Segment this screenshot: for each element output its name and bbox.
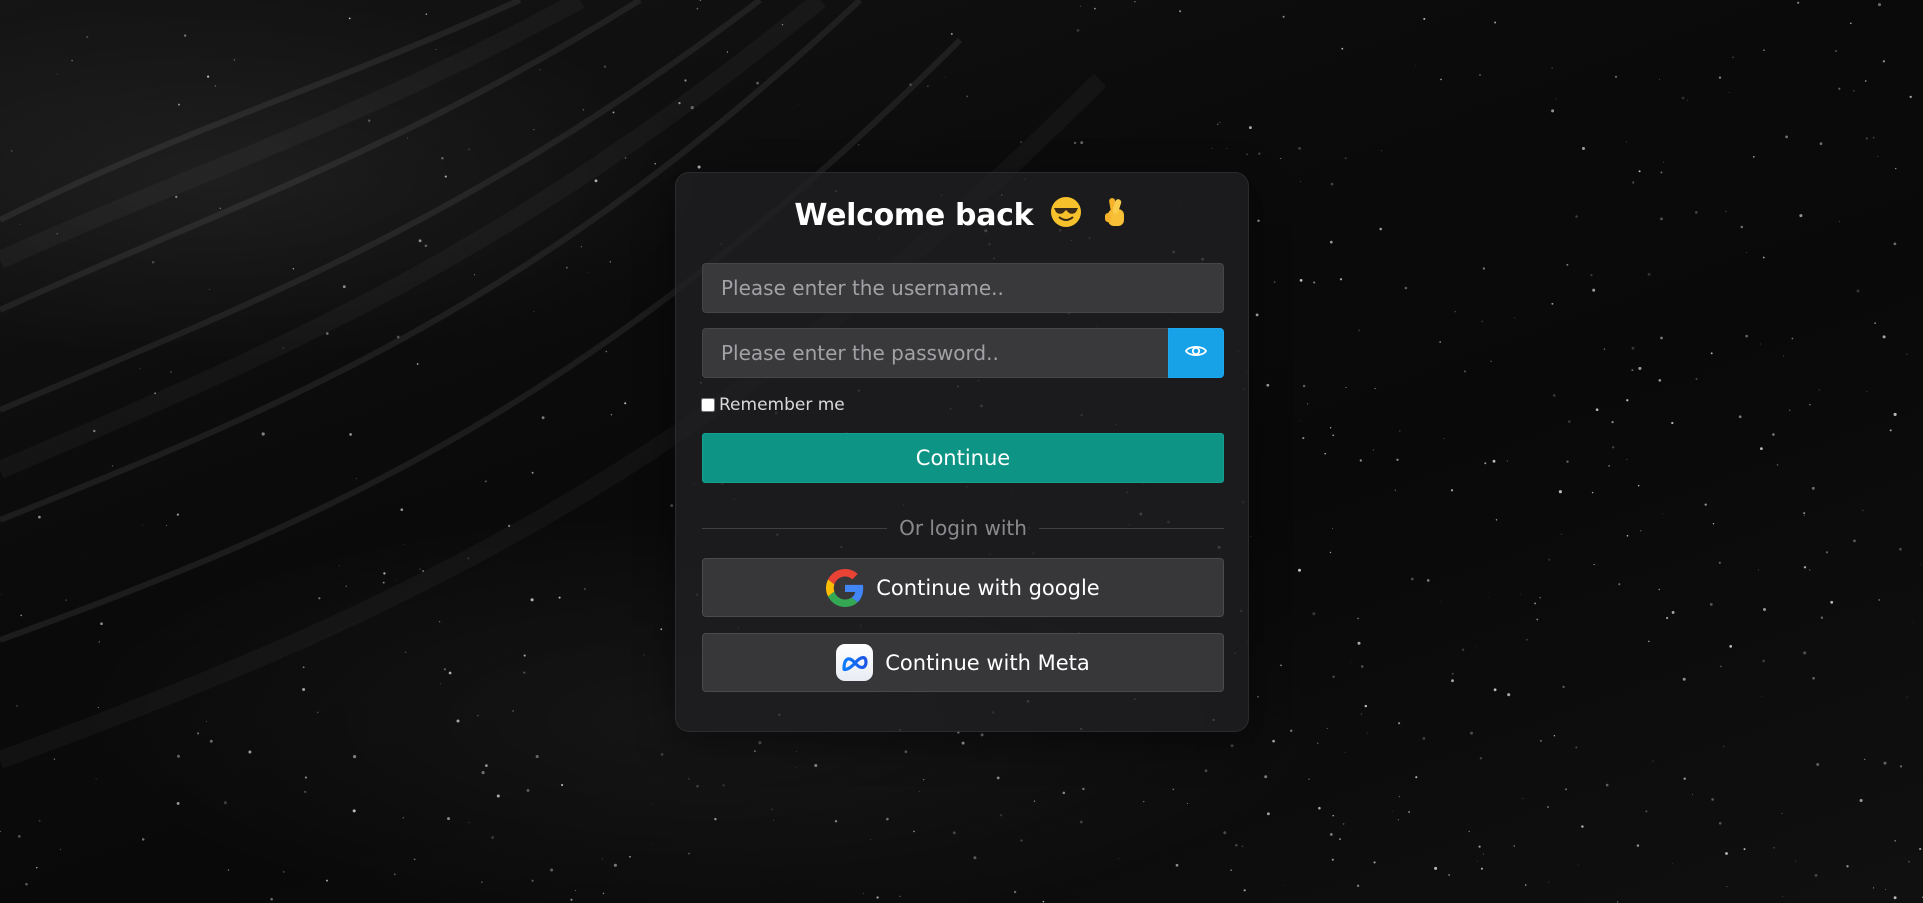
remember-me-label: Remember me [719,395,845,415]
meta-logo-icon [836,644,874,681]
or-login-with-divider: Or login with [702,515,1224,541]
username-input[interactable] [702,263,1224,313]
google-button-label: Continue with google [876,575,1100,600]
login-title: Welcome back [676,195,1248,237]
password-input[interactable] [702,328,1169,378]
continue-with-meta-button[interactable]: Continue with Meta [702,633,1224,692]
toggle-password-visibility-button[interactable] [1168,328,1224,378]
remember-me-checkbox[interactable] [701,398,715,412]
divider-text: Or login with [899,516,1027,540]
eye-icon [1184,339,1208,367]
divider-line-left [702,527,888,529]
google-logo-icon [826,568,864,607]
continue-button[interactable]: Continue [702,433,1224,483]
title-text: Welcome back [794,198,1034,233]
meta-logo-tile [836,644,874,681]
login-card: Welcome back Please enter the username..… [675,172,1249,732]
divider-line-right [1038,527,1224,529]
remember-me: Remember me [701,395,845,415]
smiling-face-with-sunglasses-emoji-icon [1049,195,1083,237]
continue-with-google-button[interactable]: Continue with google [702,558,1224,617]
crossed-fingers-emoji-icon [1100,195,1130,237]
login-page: Welcome back Please enter the username..… [0,0,1923,903]
continue-button-label: Continue [915,446,1011,470]
meta-button-label: Continue with Meta [885,650,1090,675]
